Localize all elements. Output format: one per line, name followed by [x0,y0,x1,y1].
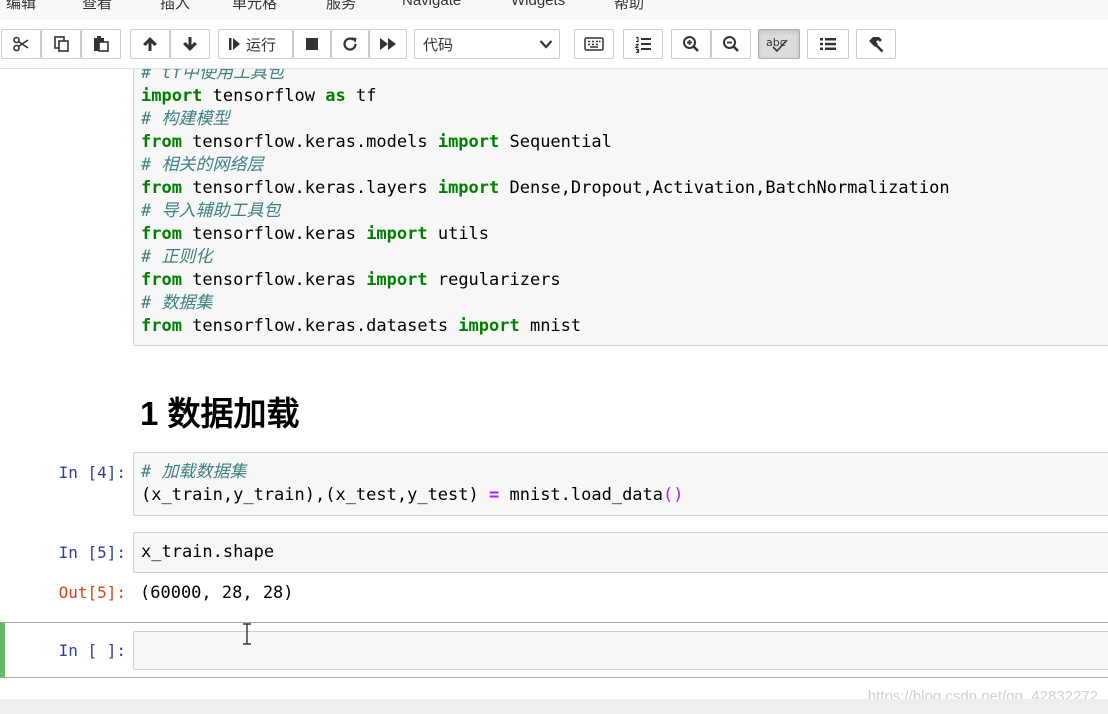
menu-bar: 编辑 查看 插入 单元格 服务 Navigate Widgets 帮助 [0,0,1108,20]
cut-icon [13,36,29,52]
zoom-in-icon [683,36,699,52]
nbextension-button[interactable] [856,29,896,59]
menu-kernel[interactable]: 服务 [326,0,356,13]
menu-help[interactable]: 帮助 [614,0,644,13]
keyboard-icon [584,37,604,51]
zoom-out-button[interactable] [711,29,751,59]
bottom-strip [0,699,1108,714]
code-cell-imports[interactable]: # tf中使用工具包 import tensorflow as tf # 构建模型 f… [133,69,1108,346]
restart-button[interactable] [331,29,369,59]
restart-icon [343,37,357,51]
chevron-down-icon [539,40,553,49]
code-cell-empty[interactable] [133,631,1108,670]
numbered-list-icon [634,36,651,53]
code-line: from tensorflow.keras.datasets import mn… [141,316,582,336]
run-button[interactable]: 运行 [218,29,293,59]
menu-view[interactable]: 查看 [82,0,112,13]
zoom-in-button[interactable] [671,29,711,59]
menu-edit[interactable]: 编辑 [6,0,36,13]
fast-forward-icon [380,38,396,50]
outline-button[interactable] [807,29,849,59]
code-comment: # 导入辅助工具包 [141,201,281,221]
restart-run-all-button[interactable] [369,29,407,59]
move-down-button[interactable] [170,29,210,59]
paste-button[interactable] [81,29,121,59]
code-line: import tensorflow as tf [141,86,377,106]
paste-icon [94,36,109,52]
code-comment: # 加载数据集 [141,462,247,482]
toolbar: 运行 代码 abc [0,20,1108,69]
copy-icon [54,36,69,52]
zoom-out-icon [723,36,739,52]
code-comment: # tf中使用工具包 [141,69,284,83]
input-prompt: In [4]: [58,463,126,482]
input-prompt: In [ ]: [58,641,126,660]
code-cell-load-data[interactable]: # 加载数据集 (x_train,y_train),(x_test,y_test… [133,452,1108,516]
interrupt-button[interactable] [293,29,331,59]
run-label: 运行 [246,36,277,54]
stop-icon [306,38,318,50]
spellcheck-icon: abc [766,36,788,53]
cell-output: (60000, 28, 28) [140,583,294,603]
cell-type-value: 代码 [423,36,454,54]
code-line: x_train.shape [141,542,275,562]
code-line: (x_train,y_train),(x_test,y_test) = mnis… [141,485,684,505]
menu-cell[interactable]: 单元格 [232,0,277,13]
markdown-heading[interactable]: 1 数据加载 [140,387,300,435]
code-comment: # 相关的网络层 [141,155,264,175]
cell-type-select[interactable]: 代码 [414,29,560,59]
move-up-icon [143,37,157,51]
code-line: from tensorflow.keras.models import Sequ… [141,132,612,152]
code-comment: # 正则化 [141,247,213,267]
text-cursor-icon [243,623,251,645]
cut-button[interactable] [1,29,41,59]
bullet-list-icon [820,38,836,50]
menu-navigate[interactable]: Navigate [402,0,461,9]
run-icon [229,38,240,50]
menu-widgets[interactable]: Widgets [511,0,565,9]
code-comment: # 数据集 [141,293,213,313]
code-line: from tensorflow.keras import utils [141,224,490,244]
code-line: from tensorflow.keras import regularizer… [141,270,561,290]
input-prompt: In [5]: [58,543,126,562]
spellcheck-button[interactable]: abc [758,29,800,59]
notebook-container: # tf中使用工具包 import tensorflow as tf # 构建模型 f… [0,69,1108,699]
move-down-icon [183,37,197,51]
code-comment: # 构建模型 [141,109,230,129]
code-line: from tensorflow.keras.layers import Dens… [141,178,950,198]
hammer-icon [869,37,884,53]
toc-button[interactable] [623,29,663,59]
output-prompt: Out[5]: [58,583,126,602]
menu-insert[interactable]: 插入 [160,0,190,13]
move-up-button[interactable] [130,29,170,59]
copy-button[interactable] [41,29,81,59]
command-palette-button[interactable] [574,29,614,59]
watermark: https://blog.csdn.net/qq_42832272 [867,688,1098,699]
svg-text:abc: abc [766,36,786,49]
code-cell-shape[interactable]: x_train.shape [133,532,1108,573]
